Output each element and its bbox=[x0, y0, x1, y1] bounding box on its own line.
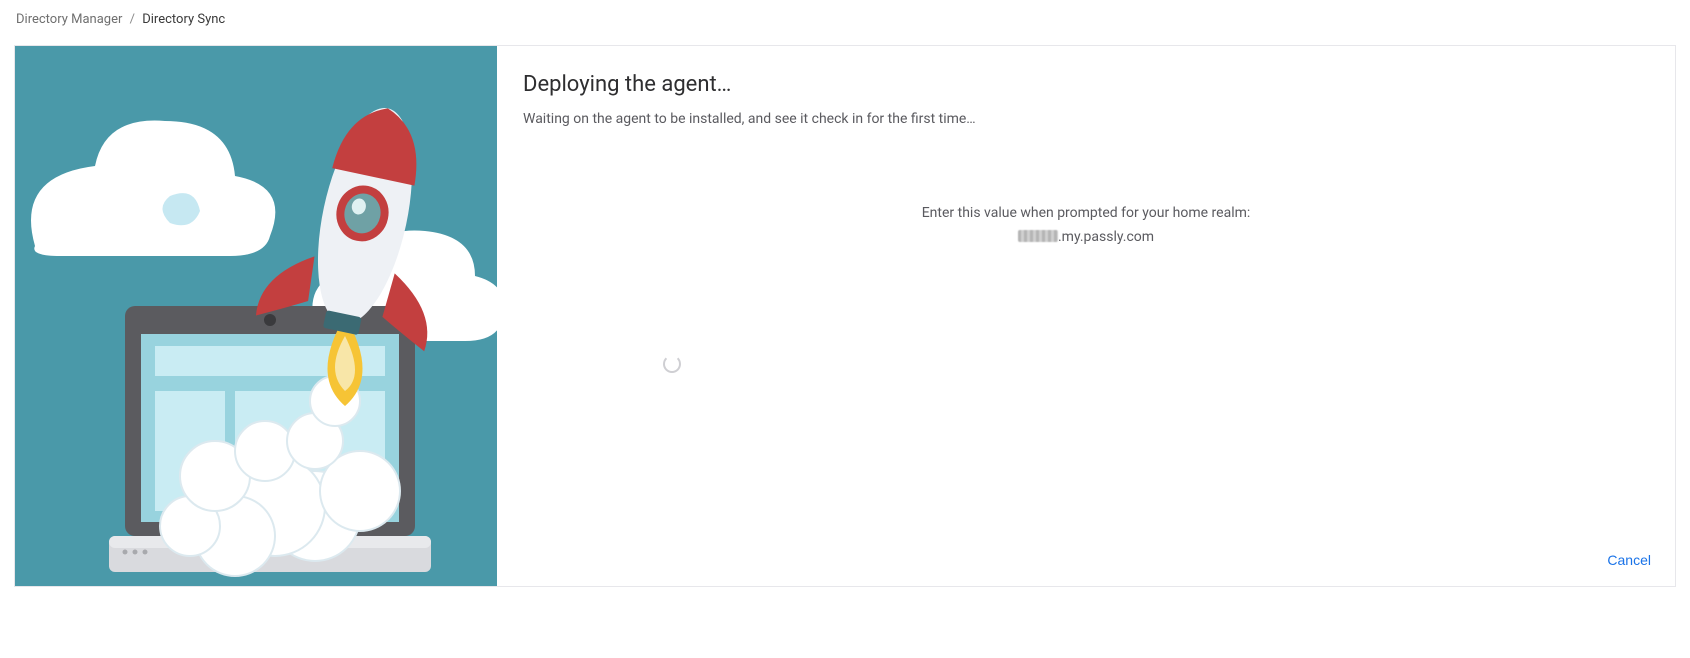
realm-prompt: Enter this value when prompted for your … bbox=[523, 205, 1649, 221]
breadcrumb-parent[interactable]: Directory Manager bbox=[16, 12, 122, 27]
panel-subtitle: Waiting on the agent to be installed, an… bbox=[523, 111, 1649, 127]
breadcrumb-separator: / bbox=[126, 12, 139, 27]
realm-suffix: .my.passly.com bbox=[1058, 229, 1154, 245]
deploy-content: Deploying the agent… Waiting on the agen… bbox=[497, 46, 1675, 586]
breadcrumb-current: Directory Sync bbox=[142, 12, 225, 27]
spinner-container bbox=[523, 245, 1649, 534]
realm-block: Enter this value when prompted for your … bbox=[523, 205, 1649, 245]
cancel-button[interactable]: Cancel bbox=[1601, 548, 1657, 572]
loading-spinner-icon bbox=[663, 355, 681, 373]
realm-subdomain-redacted bbox=[1018, 230, 1058, 242]
breadcrumb: Directory Manager / Directory Sync bbox=[14, 0, 1676, 45]
panel-title: Deploying the agent… bbox=[523, 72, 1649, 97]
deploy-agent-card: Deploying the agent… Waiting on the agen… bbox=[14, 45, 1676, 587]
rocket-laptop-illustration bbox=[15, 46, 497, 586]
realm-value: .my.passly.com bbox=[523, 229, 1649, 245]
footer-actions: Cancel bbox=[1601, 548, 1657, 572]
